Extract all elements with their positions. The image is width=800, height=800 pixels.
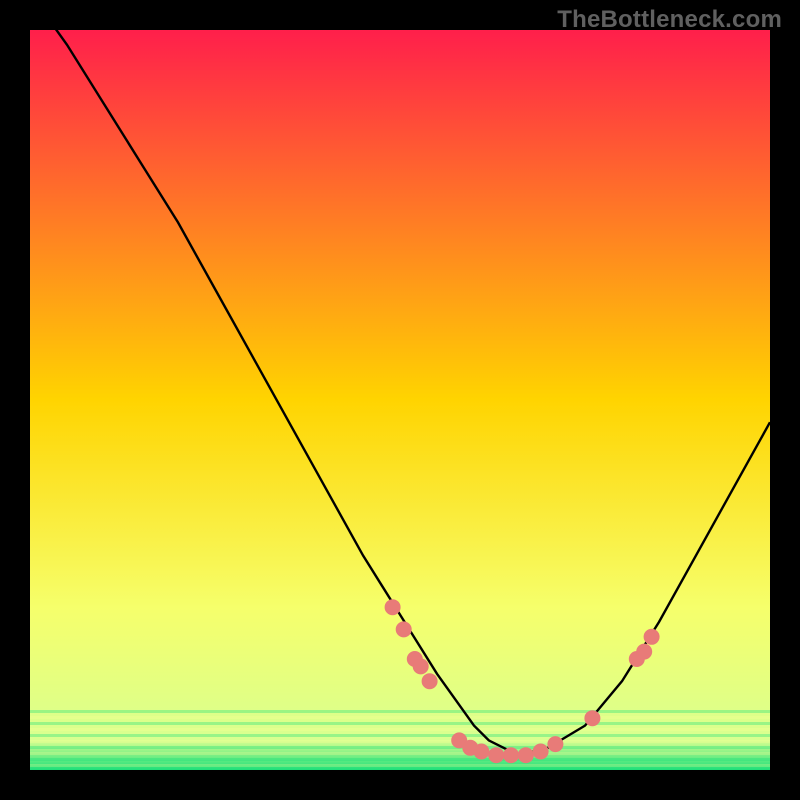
data-point <box>413 659 428 674</box>
data-point <box>644 629 659 644</box>
band-stripe <box>30 722 770 725</box>
data-point <box>396 622 411 637</box>
gradient-background <box>30 30 770 770</box>
plot-area <box>30 30 770 770</box>
data-point <box>422 674 437 689</box>
data-point <box>504 748 519 763</box>
data-point <box>548 737 563 752</box>
data-point <box>518 748 533 763</box>
data-point <box>385 600 400 615</box>
data-point <box>585 711 600 726</box>
data-point <box>474 744 489 759</box>
data-point <box>533 744 548 759</box>
chart-frame: TheBottleneck.com <box>0 0 800 800</box>
band-stripe <box>30 728 770 731</box>
band-stripe <box>30 734 770 737</box>
band-stripe <box>30 710 770 713</box>
band-stripe <box>30 752 770 755</box>
band-stripe <box>30 740 770 743</box>
band-stripe <box>30 758 770 761</box>
bottleneck-chart <box>30 30 770 770</box>
band-stripe <box>30 716 770 719</box>
data-point <box>489 748 504 763</box>
band-stripe <box>30 764 770 767</box>
band-stripe <box>30 746 770 749</box>
data-point <box>637 644 652 659</box>
